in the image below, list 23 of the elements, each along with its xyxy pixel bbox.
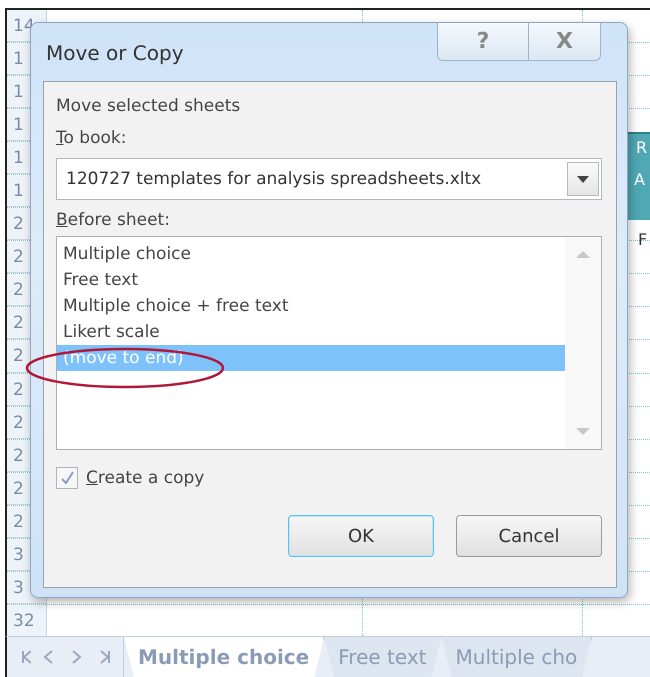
check-icon [60,471,74,485]
checkbox[interactable] [56,467,78,489]
list-item[interactable]: Free text [57,267,565,293]
ok-button[interactable]: OK [288,515,434,557]
scroll-bar[interactable] [565,237,601,449]
field-label: Before sheet: [56,209,170,232]
list-item[interactable]: Multiple choice + free text [57,293,565,319]
field-label: To book: [56,127,126,150]
dialog-heading: Move selected sheets [56,95,242,118]
list-item[interactable]: Likert scale [57,319,565,345]
cell-text: R [636,138,648,157]
scroll-down-icon [576,428,590,435]
cancel-button[interactable]: Cancel [456,515,602,557]
cell-text: A [634,170,645,189]
dialog-title: Move or Copy [46,41,184,65]
cell-text: F [638,230,648,249]
list-item[interactable]: Multiple choice [57,241,565,267]
scroll-up-icon [576,251,590,258]
book-dropdown[interactable]: 120727 templates for analysis spreadsheets.xltx [56,158,602,200]
row-number: 32 [7,604,47,637]
dropdown-button[interactable] [567,162,599,196]
caret-icon [577,176,589,182]
checkbox-label: Create a copy [86,467,204,490]
